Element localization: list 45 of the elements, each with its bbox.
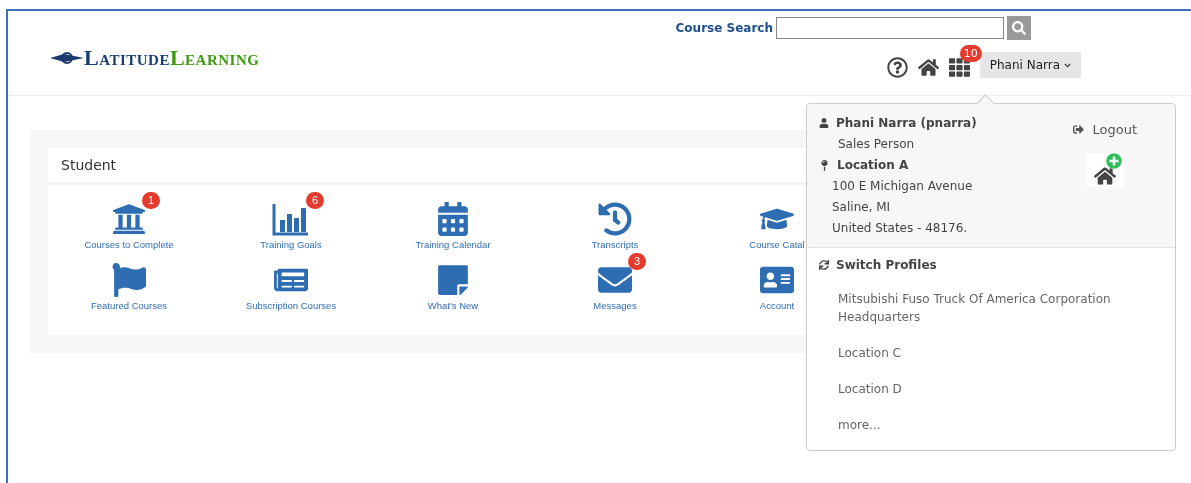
history-icon <box>598 202 632 236</box>
tile-link[interactable]: 1 Courses to Complete <box>48 189 210 250</box>
pin-icon <box>819 159 830 171</box>
apps-grid-icon[interactable] <box>948 57 970 78</box>
switch-profiles-heading: Switch Profiles <box>836 258 937 272</box>
calendar-icon <box>436 202 470 236</box>
location-name: Location A <box>837 158 909 172</box>
tile-link[interactable]: Training Calendar <box>372 189 534 250</box>
user-menu-button[interactable]: Phani Narra <box>979 52 1081 78</box>
logout-icon <box>1073 124 1085 135</box>
logo: LatitudeLearning <box>8 11 260 71</box>
flag-icon <box>112 263 146 297</box>
search-button[interactable] <box>1007 16 1031 40</box>
profile-link[interactable]: Location C <box>819 344 1163 362</box>
add-home-icon[interactable] <box>1086 153 1125 187</box>
count-badge: 6 <box>306 192 324 209</box>
tile-link[interactable]: What's New <box>372 250 534 311</box>
search-label: Course Search <box>675 21 773 35</box>
tile-link[interactable]: 3 Messages <box>534 250 696 311</box>
profile-link[interactable]: Location D <box>819 380 1163 398</box>
address-line: United States - 48176. <box>832 221 968 235</box>
user-icon <box>819 118 829 128</box>
tile-link[interactable]: Featured Courses <box>48 250 210 311</box>
compass-icon <box>50 51 84 65</box>
notification-badge: 10 <box>959 45 982 62</box>
search-icon <box>1012 21 1026 35</box>
count-badge: 3 <box>628 253 646 270</box>
help-icon[interactable] <box>886 57 908 78</box>
user-role: Sales Person <box>838 137 915 151</box>
bank-icon <box>112 202 146 236</box>
chevron-down-icon <box>1064 61 1071 69</box>
profile-link[interactable]: Mitsubishi Fuso Truck Of America Corporation Headquarters <box>819 290 1163 326</box>
tile-link[interactable]: Transcripts <box>534 189 696 250</box>
sync-icon <box>819 260 829 270</box>
tile-link[interactable]: Subscription Courses <box>210 250 372 311</box>
more-link[interactable]: more... <box>819 416 1163 434</box>
tile-link[interactable]: 6 Training Goals <box>210 189 372 250</box>
search-field[interactable] <box>776 17 1004 39</box>
logout-link[interactable]: Logout <box>1073 122 1137 137</box>
home-icon[interactable] <box>917 57 939 78</box>
bar-chart-icon <box>272 204 310 236</box>
user-name: Phani Narra (pnarra) <box>836 116 977 130</box>
count-badge: 1 <box>142 192 160 209</box>
address-line: Saline, MI <box>832 200 891 214</box>
sticky-note-icon <box>436 263 470 297</box>
